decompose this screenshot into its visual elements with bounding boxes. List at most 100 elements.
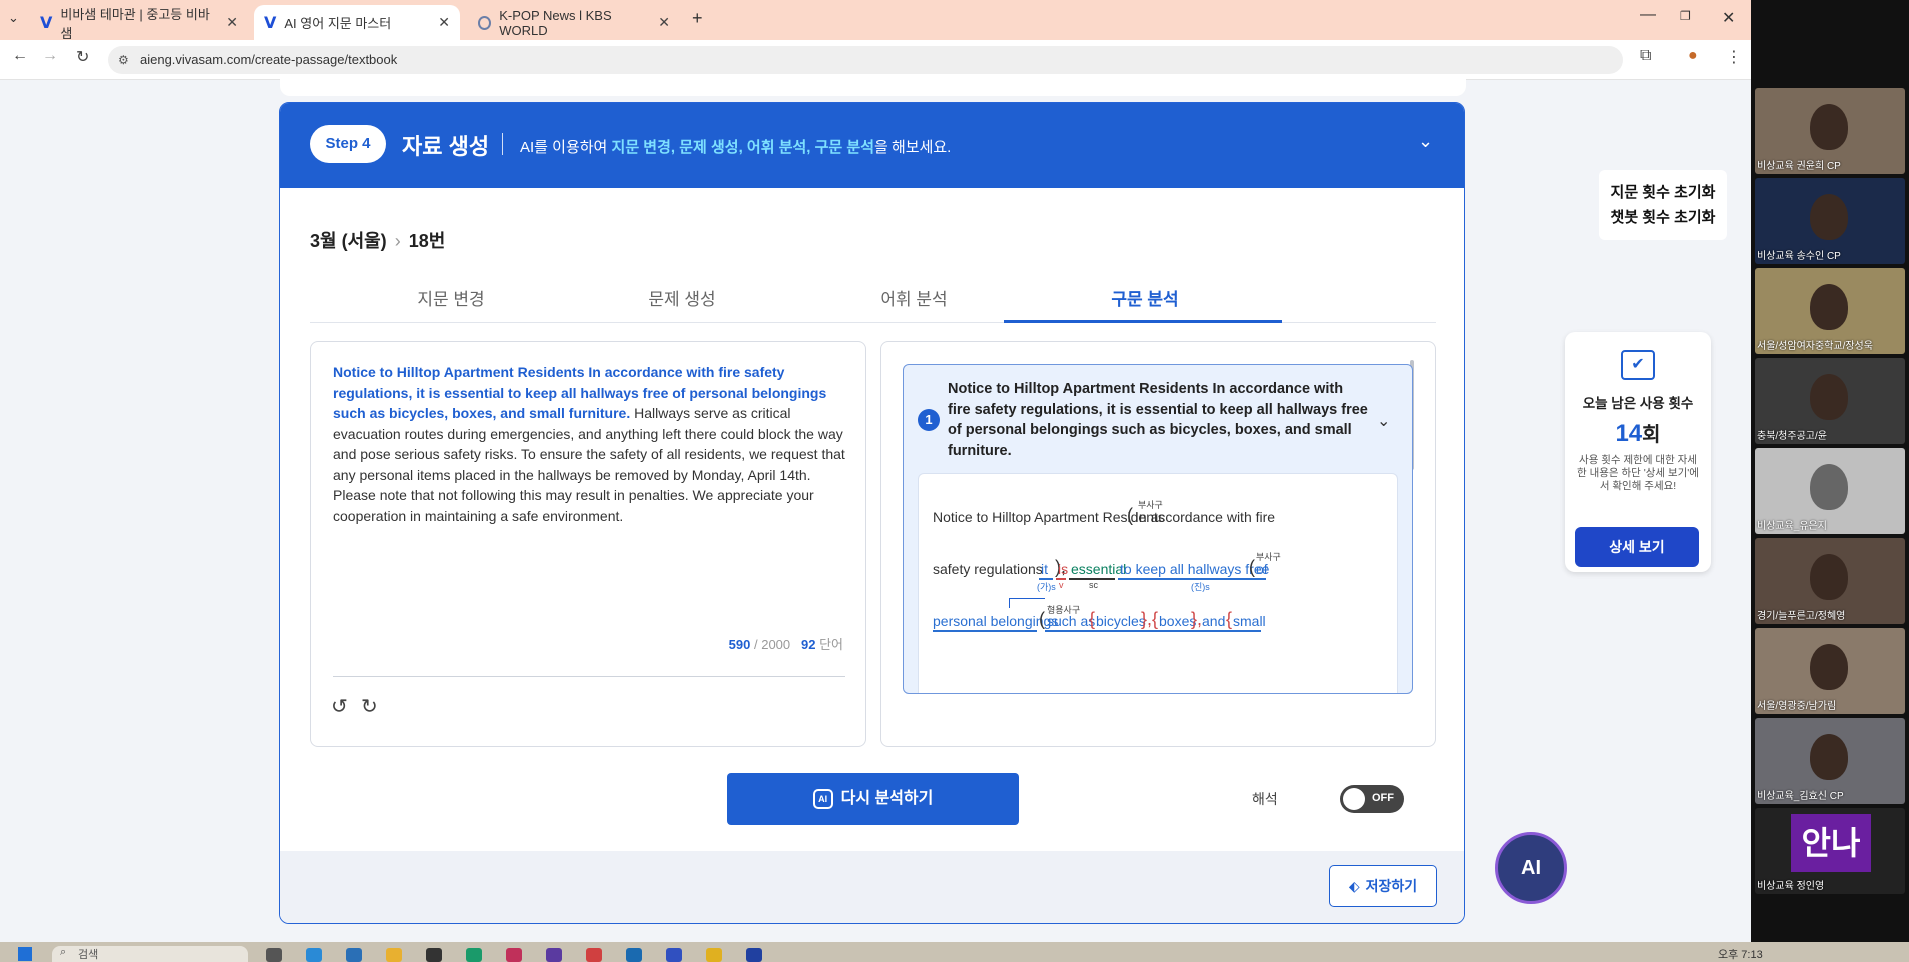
video-tile[interactable]: 충북/청주공고/윤 <box>1755 358 1905 444</box>
toggle-knob <box>1343 788 1365 810</box>
save-label: 저장하기 <box>1365 878 1418 894</box>
detail-view-button[interactable]: 상세 보기 <box>1575 527 1699 567</box>
reset-passage-count-link[interactable]: 지문 횟수 초기화 <box>1599 180 1727 205</box>
passage-text[interactable]: Notice to Hilltop Apartment Residents In… <box>333 362 845 526</box>
tree-label-v: v <box>1059 580 1064 590</box>
taskbar-app-icon[interactable] <box>666 948 682 962</box>
taskbar-app-icon[interactable] <box>626 948 642 962</box>
brace-open-icon: { <box>1226 609 1233 629</box>
calendar-check-icon: ✔ <box>1621 350 1655 380</box>
close-tab-icon[interactable]: ✕ <box>438 14 450 31</box>
video-tile[interactable]: 경기/늘푸른고/정혜영 <box>1755 538 1905 624</box>
usage-count-value: 14 <box>1615 420 1643 447</box>
taskbar-app-icon[interactable] <box>426 948 442 962</box>
taskbar-app-icon[interactable] <box>746 948 762 962</box>
bracket-open-icon: ( <box>1249 557 1255 577</box>
video-tile[interactable]: 비상교육_유은지 <box>1755 448 1905 534</box>
word-count: 92 <box>800 637 816 652</box>
taskbar-search-input[interactable]: ⌕ 검색 <box>52 946 248 962</box>
usage-count-unit: 회 <box>1642 424 1661 446</box>
extensions-puzzle-icon[interactable]: ⧉ <box>1640 47 1651 65</box>
browser-tab-ai-english[interactable]: V AI 영어 지문 마스터 ✕ <box>254 5 460 40</box>
breadcrumb-exam: 3월 (서울) <box>310 231 387 251</box>
windows-start-icon[interactable] <box>18 947 32 961</box>
tab-list-chevron-icon[interactable]: ⌄ <box>8 10 19 26</box>
participant-name: 경기/늘푸른고/정혜영 <box>1757 611 1846 622</box>
previous-step-card <box>280 78 1466 96</box>
close-tab-icon[interactable]: ✕ <box>658 14 670 31</box>
step-desc-highlight: 지문 변경, 문제 생성, 어휘 분석, 구문 분석 <box>611 139 874 156</box>
taskbar-app-icon[interactable] <box>466 948 482 962</box>
chevron-down-icon[interactable]: ⌄ <box>1377 411 1390 431</box>
usage-description: 사용 횟수 제한에 대한 자세한 내용은 하단 '상세 보기'에서 확인해 주세… <box>1577 454 1699 492</box>
save-button[interactable]: ⬖ 저장하기 <box>1329 865 1437 907</box>
taskbar-app-icon[interactable] <box>586 948 602 962</box>
browser-menu-icon[interactable]: ⋮ <box>1726 47 1742 67</box>
video-tile[interactable]: 비상교육 권윤희 CP <box>1755 88 1905 174</box>
char-max: / 2000 <box>753 637 791 652</box>
participant-name: 비상교육 권윤희 CP <box>1757 161 1841 172</box>
video-tile[interactable]: 서울/영광중/남가림 <box>1755 628 1905 714</box>
participant-silhouette <box>1810 644 1848 690</box>
forward-arrow-icon[interactable]: → <box>42 47 58 65</box>
browser-tab-kbs[interactable]: K-POP News l KBS WORLD ✕ <box>468 5 680 40</box>
participant-silhouette <box>1810 194 1848 240</box>
video-tile[interactable]: 서울/성암여자중학교/장성욱 <box>1755 268 1905 354</box>
back-arrow-icon[interactable]: ← <box>12 47 28 65</box>
participant-name: 비상교육 송수인 CP <box>1757 251 1841 262</box>
brace-open-icon: { <box>1152 609 1159 629</box>
reload-icon[interactable]: ↻ <box>76 47 89 67</box>
video-tile[interactable]: 비상교육_김효신 CP <box>1755 718 1905 804</box>
reanalyze-button[interactable]: AI 다시 분석하기 <box>727 773 1019 825</box>
tree-is: is <box>1058 561 1069 577</box>
translation-toggle[interactable]: OFF <box>1340 785 1404 813</box>
new-tab-plus-icon[interactable]: + <box>692 8 703 29</box>
video-tile[interactable]: 안나 비상교육 정인영 <box>1755 808 1905 894</box>
url-input[interactable]: ⚙ aieng.vivasam.com/create-passage/textb… <box>108 46 1623 74</box>
participant-name: 비상교육_김효신 CP <box>1757 791 1844 802</box>
tree-of: of <box>1256 561 1268 577</box>
sentence-title: Notice to Hilltop Apartment Residents In… <box>948 381 1368 459</box>
taskbar-app-icon[interactable] <box>386 948 402 962</box>
profile-avatar-icon[interactable]: ● <box>1688 47 1698 65</box>
ai-chatbot-button[interactable]: AI <box>1495 832 1567 904</box>
restore-window-icon[interactable]: ❐ <box>1680 9 1691 23</box>
taskbar-app-icon[interactable] <box>266 948 282 962</box>
participant-name: 서울/영광중/남가림 <box>1757 701 1837 712</box>
syntax-tree: Notice to Hilltop Apartment Residents 부사… <box>918 473 1398 693</box>
collapse-chevron-icon[interactable]: ⌄ <box>1418 131 1433 152</box>
step-header[interactable]: Step 4 자료 생성 AI를 이용하여 지문 변경, 문제 생성, 어휘 분… <box>280 103 1464 188</box>
globe-icon <box>478 15 492 30</box>
close-tab-icon[interactable]: ✕ <box>226 14 238 31</box>
tree-small: small <box>1233 613 1266 629</box>
taskbar-app-icon[interactable] <box>306 948 322 962</box>
sentence-accordion[interactable]: 1 Notice to Hilltop Apartment Residents … <box>903 364 1413 694</box>
feature-tabs: 지문 변경 문제 생성 어휘 분석 구문 분석 <box>310 273 1436 323</box>
underline <box>1039 578 1053 580</box>
step-description: AI를 이용하여 지문 변경, 문제 생성, 어휘 분석, 구문 분석을 해보세… <box>520 136 951 157</box>
participant-name: 충북/청주공고/윤 <box>1757 431 1827 442</box>
taskbar-app-icon[interactable] <box>346 948 362 962</box>
minimize-window-icon[interactable]: — <box>1640 6 1656 24</box>
video-tile[interactable]: 비상교육 송수인 CP <box>1755 178 1905 264</box>
taskbar-app-icon[interactable] <box>506 948 522 962</box>
undo-icon[interactable]: ↺ <box>331 694 348 719</box>
usage-title: 오늘 남은 사용 횟수 <box>1582 396 1694 411</box>
taskbar-app-icon[interactable] <box>706 948 722 962</box>
close-window-icon[interactable]: ✕ <box>1722 8 1735 28</box>
card-footer <box>280 851 1464 923</box>
browser-tab-vivasam[interactable]: V 비바샘 테마관 | 중고등 비바샘 ✕ <box>30 5 248 41</box>
participant-name: 비상교육_유은지 <box>1757 521 1827 532</box>
tab-syntax-analysis[interactable]: 구문 분석 <box>1004 285 1286 310</box>
step4-card: Step 4 자료 생성 AI를 이용하여 지문 변경, 문제 생성, 어휘 분… <box>279 102 1465 924</box>
reset-chatbot-count-link[interactable]: 챗봇 횟수 초기화 <box>1599 205 1727 230</box>
taskbar-clock: 오후 7:13 <box>1718 949 1763 961</box>
translation-label: 해석 <box>1252 791 1278 807</box>
taskbar-app-icon[interactable] <box>546 948 562 962</box>
tree-text: safety regulations <box>933 561 1043 577</box>
redo-icon[interactable]: ↻ <box>361 694 378 719</box>
os-taskbar <box>0 942 1909 962</box>
reset-count-box: 지문 횟수 초기화 챗봇 횟수 초기화 <box>1599 170 1727 240</box>
underline <box>933 630 1037 632</box>
site-settings-icon[interactable]: ⚙ <box>118 46 129 74</box>
